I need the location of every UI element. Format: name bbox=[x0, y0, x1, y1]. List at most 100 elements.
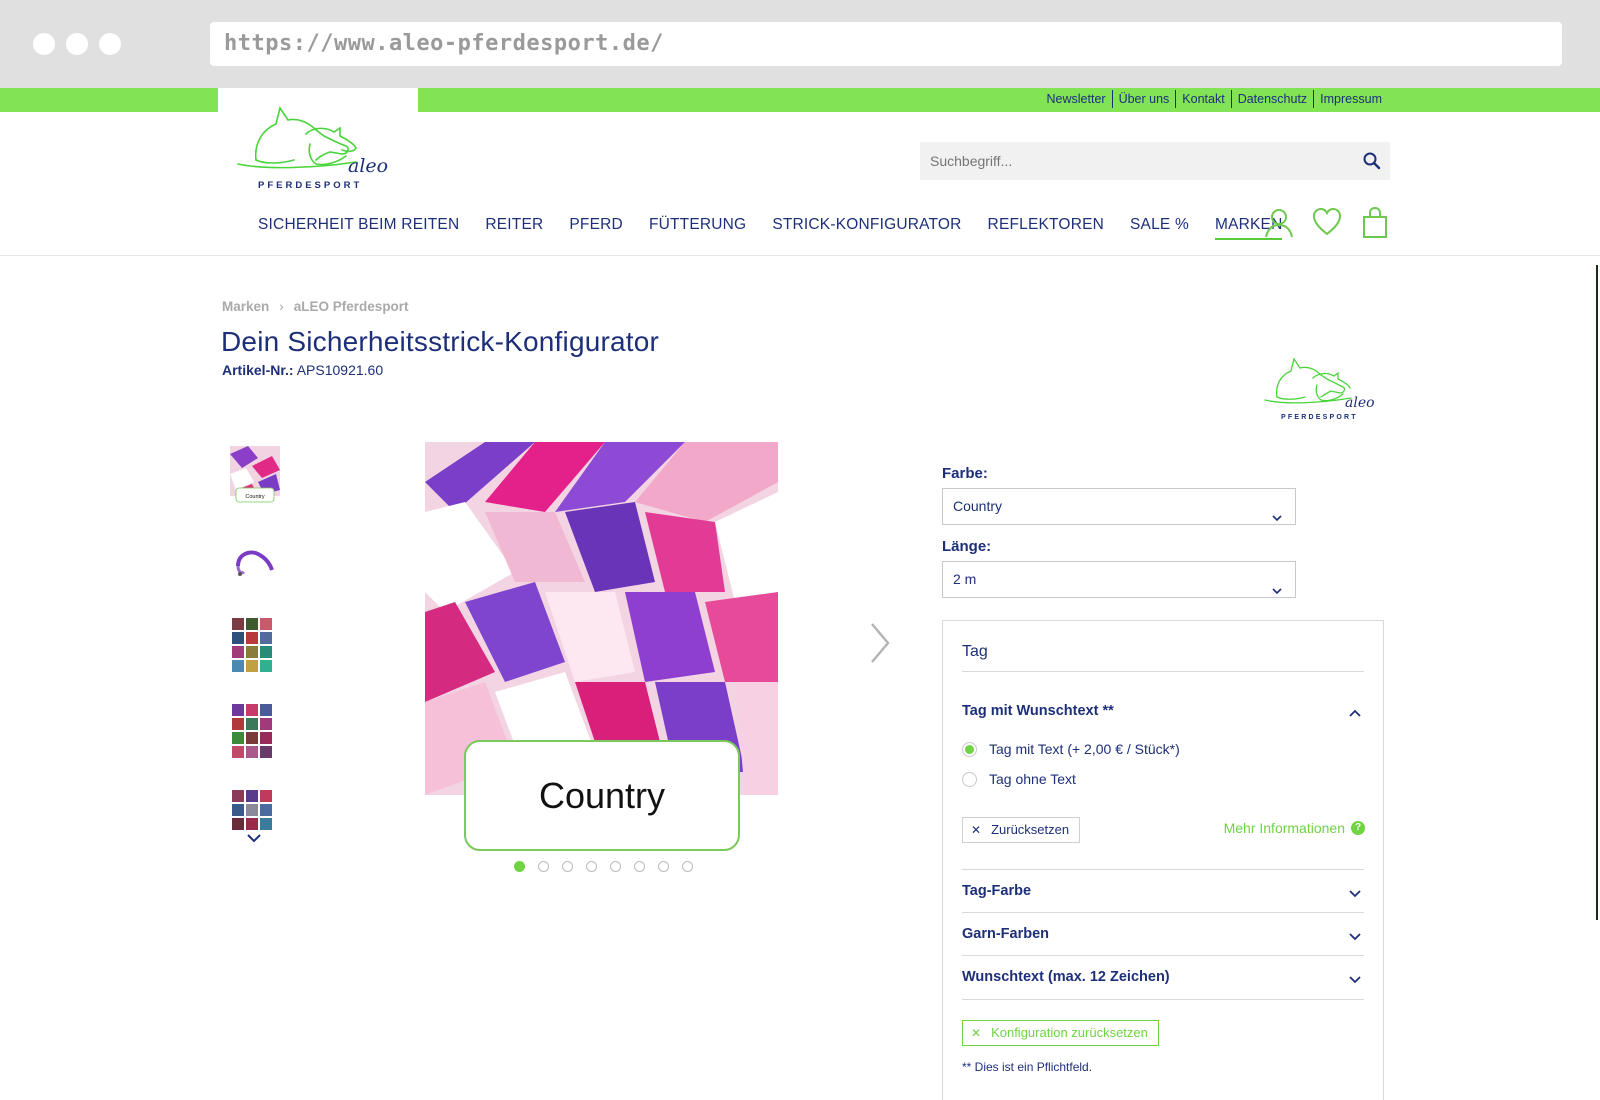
gallery-pagination bbox=[514, 861, 693, 872]
wishlist-heart-icon[interactable] bbox=[1311, 206, 1343, 238]
color-name-label: Country bbox=[464, 740, 740, 851]
pagination-dot[interactable] bbox=[682, 861, 693, 872]
radio-button[interactable] bbox=[962, 771, 977, 787]
link-kontakt[interactable]: Kontakt bbox=[1175, 90, 1230, 108]
breadcrumb-item[interactable]: Marken bbox=[222, 299, 269, 314]
divider bbox=[962, 912, 1364, 913]
nav-item-strick-konfigurator[interactable]: STRICK-KONFIGURATOR bbox=[772, 216, 961, 240]
nav-item-reflektoren[interactable]: REFLEKTOREN bbox=[988, 216, 1104, 240]
accordion-tag-farbe[interactable]: Tag-Farbe bbox=[962, 883, 1364, 899]
laenge-select-value: 2 m bbox=[953, 571, 977, 587]
pagination-dot[interactable] bbox=[538, 861, 549, 872]
thumbnail-4[interactable] bbox=[228, 702, 282, 764]
accordion-title: Tag-Farbe bbox=[962, 883, 1032, 899]
svg-text:PFERDESPORT: PFERDESPORT bbox=[258, 180, 362, 191]
brand-logo: aleo PFERDESPORT bbox=[1263, 355, 1387, 427]
page-edge bbox=[1596, 265, 1598, 920]
accordion-tag-wunschtext[interactable]: Tag mit Wunschtext ** bbox=[962, 703, 1364, 719]
chevron-down-icon bbox=[1348, 929, 1362, 941]
search-input[interactable] bbox=[920, 142, 1340, 180]
more-info-label: Mehr Informationen bbox=[1223, 820, 1345, 836]
pagination-dot[interactable] bbox=[514, 861, 525, 872]
reset-button[interactable]: ✕ Zurücksetzen bbox=[962, 817, 1081, 843]
reset-configuration-label: Konfiguration zurücksetzen bbox=[991, 1025, 1148, 1040]
link-ueber-uns[interactable]: Über uns bbox=[1111, 90, 1176, 108]
more-info-link[interactable]: Mehr Informationen ? bbox=[1224, 820, 1365, 836]
divider bbox=[962, 869, 1364, 870]
laenge-select[interactable]: 2 m bbox=[942, 561, 1296, 598]
nav-item-sale[interactable]: SALE % bbox=[1130, 216, 1189, 240]
configurator-panel: Tag Tag mit Wunschtext ** Tag mit Text (… bbox=[942, 620, 1384, 1100]
farbe-label: Farbe: bbox=[942, 465, 988, 482]
accordion-wunschtext[interactable]: Wunschtext (max. 12 Zeichen) bbox=[962, 969, 1364, 985]
radio-tag-mit-text[interactable]: Tag mit Text (+ 2,00 € / Stück*) bbox=[962, 741, 1180, 757]
chevron-down-icon[interactable] bbox=[244, 832, 264, 844]
article-number-value: APS10921.60 bbox=[296, 362, 384, 378]
article-number: Artikel-Nr.: APS10921.60 bbox=[222, 362, 383, 378]
service-links: Newsletter Über uns Kontakt Datenschutz … bbox=[1041, 90, 1388, 108]
farbe-select[interactable]: Country bbox=[942, 488, 1296, 525]
pagination-dot[interactable] bbox=[634, 861, 645, 872]
thumbnail-3[interactable] bbox=[228, 616, 282, 678]
close-icon: ✕ bbox=[971, 1026, 982, 1040]
pagination-dot[interactable] bbox=[658, 861, 669, 872]
accordion-title: Tag mit Wunschtext ** bbox=[962, 703, 1114, 719]
window-control-dot[interactable] bbox=[33, 33, 55, 55]
svg-text:aleo: aleo bbox=[348, 155, 388, 177]
pagination-dot[interactable] bbox=[610, 861, 621, 872]
breadcrumb-item[interactable]: aLEO Pferdesport bbox=[294, 299, 409, 314]
divider bbox=[962, 955, 1364, 956]
radio-label: Tag mit Text (+ 2,00 € / Stück*) bbox=[989, 741, 1180, 757]
chevron-right-icon[interactable] bbox=[866, 620, 894, 666]
divider bbox=[962, 671, 1364, 672]
thumbnail-1[interactable]: Country bbox=[228, 444, 282, 506]
reset-configuration-button[interactable]: ✕ Konfiguration zurücksetzen bbox=[962, 1020, 1159, 1046]
breadcrumb: Marken › aLEO Pferdesport bbox=[222, 299, 409, 314]
svg-text:aleo: aleo bbox=[1345, 395, 1375, 411]
site-logo[interactable]: aleo PFERDESPORT bbox=[236, 104, 402, 192]
radio-tag-ohne-text[interactable]: Tag ohne Text bbox=[962, 771, 1076, 787]
header-divider bbox=[0, 255, 1600, 256]
article-number-label: Artikel-Nr.: bbox=[222, 362, 294, 378]
laenge-label: Länge: bbox=[942, 538, 992, 555]
chevron-up-icon bbox=[1348, 706, 1362, 717]
window-control-dot[interactable] bbox=[66, 33, 88, 55]
main-navigation: SICHERHEIT BEIM REITEN REITER PFERD FÜTT… bbox=[258, 216, 1283, 240]
nav-item-reiter[interactable]: REITER bbox=[485, 216, 543, 240]
close-icon: ✕ bbox=[971, 823, 982, 837]
chevron-down-icon bbox=[1348, 886, 1362, 898]
link-impressum[interactable]: Impressum bbox=[1313, 90, 1388, 108]
nav-item-pferd[interactable]: PFERD bbox=[569, 216, 623, 240]
farbe-select-value: Country bbox=[953, 498, 1003, 514]
browser-chrome: https://www.aleo-pferdesport.de/ bbox=[0, 0, 1600, 88]
svg-text:Country: Country bbox=[245, 494, 265, 500]
search-box bbox=[920, 142, 1390, 180]
svg-text:PFERDESPORT: PFERDESPORT bbox=[1281, 414, 1358, 421]
address-bar[interactable]: https://www.aleo-pferdesport.de/ bbox=[210, 22, 1562, 66]
account-icon[interactable] bbox=[1263, 206, 1295, 238]
panel-title: Tag bbox=[962, 643, 988, 660]
page-title: Dein Sicherheitsstrick-Konfigurator bbox=[221, 326, 660, 357]
chevron-down-icon bbox=[1348, 972, 1362, 984]
pagination-dot[interactable] bbox=[562, 861, 573, 872]
shopping-bag-icon[interactable] bbox=[1359, 206, 1391, 238]
window-control-dot[interactable] bbox=[99, 33, 121, 55]
link-newsletter[interactable]: Newsletter bbox=[1041, 90, 1112, 108]
reset-label: Zurücksetzen bbox=[991, 822, 1070, 837]
link-datenschutz[interactable]: Datenschutz bbox=[1230, 90, 1313, 108]
radio-button-checked[interactable] bbox=[962, 741, 977, 757]
nav-item-sicherheit[interactable]: SICHERHEIT BEIM REITEN bbox=[258, 216, 459, 240]
chevron-down-icon bbox=[1271, 574, 1283, 595]
help-icon: ? bbox=[1351, 821, 1365, 835]
divider bbox=[962, 999, 1364, 1000]
accordion-garn-farben[interactable]: Garn-Farben bbox=[962, 926, 1364, 942]
chevron-down-icon bbox=[1271, 501, 1283, 522]
chevron-right-icon: › bbox=[279, 299, 284, 314]
thumbnail-2[interactable] bbox=[228, 530, 282, 592]
pagination-dot[interactable] bbox=[586, 861, 597, 872]
required-field-note: ** Dies ist ein Pflichtfeld. bbox=[962, 1060, 1093, 1074]
nav-item-fuetterung[interactable]: FÜTTERUNG bbox=[649, 216, 746, 240]
search-icon[interactable] bbox=[1362, 151, 1382, 171]
accordion-title: Wunschtext (max. 12 Zeichen) bbox=[962, 969, 1170, 985]
radio-label: Tag ohne Text bbox=[989, 771, 1076, 787]
